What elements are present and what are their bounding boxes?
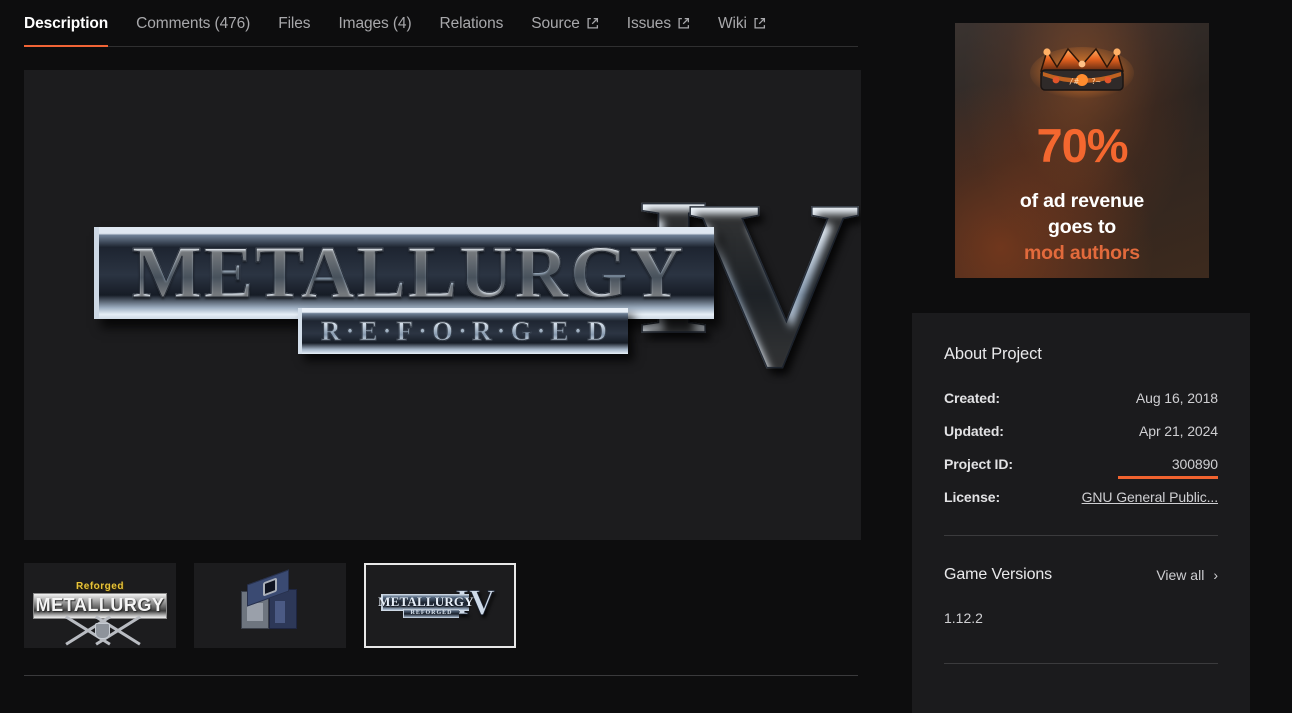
thumb3-subtitle: REFORGED [403,608,459,618]
tab-label: Source [531,15,580,32]
tab-wiki[interactable]: Wiki [718,15,766,46]
thumbnail-art: Reforged METALLURGY [26,565,174,646]
external-link-icon [677,17,690,30]
game-versions-view-all-button[interactable]: View all › [1156,567,1218,583]
ad-line-2: goes to [1048,216,1116,238]
tab-label: Wiki [717,15,747,32]
thumb1-title: METALLURGY [35,595,165,615]
license-link[interactable]: GNU General Public... [1082,489,1219,505]
game-versions-title: Game Versions [944,566,1053,583]
game-version-item[interactable]: 1.12.2 [944,610,1218,626]
tab-label: Relations [439,15,504,32]
ad-line-3: mod authors [1024,242,1140,264]
crown-icon: /# ?~ [1027,43,1137,105]
thumbnail-art: IV METALLURGY REFORGED [366,565,514,646]
tab-label: Images (4) [338,15,412,32]
project-page: Description Comments (476) Files Images … [0,0,1292,713]
tab-relations[interactable]: Relations [440,15,504,46]
thumbnail-item-3[interactable]: IV METALLURGY REFORGED [364,563,516,648]
thumbnail-item-2[interactable] [194,563,346,648]
svg-text:/#: /# [1069,77,1079,86]
about-project-title: About Project [944,345,1042,363]
about-divider [944,535,1218,536]
hero-artwork: I V METALLURGY R·E·F·O·R·G·E·D [48,162,861,435]
svg-text:?~: ?~ [1091,77,1101,86]
about-row-license: License: GNU General Public... [944,489,1218,505]
project-id-value[interactable]: 300890 [1172,456,1218,472]
thumbnail-strip: Reforged METALLURGY IV METALLURGY REFORG… [24,563,516,648]
external-link-icon [586,17,599,30]
hero-title-plate: METALLURGY [93,227,714,319]
about-value: Aug 16, 2018 [1135,390,1218,406]
ad-line-1: of ad revenue [1019,190,1145,212]
tab-files[interactable]: Files [278,15,310,46]
external-link-icon [753,17,766,30]
tab-label: Comments (476) [136,15,251,32]
content-divider [24,675,858,676]
game-versions-divider [944,663,1218,664]
tab-label: Files [278,15,311,32]
project-tabs: Description Comments (476) Files Images … [24,0,858,47]
tab-images[interactable]: Images (4) [338,15,411,46]
game-versions-header: Game Versions View all › [944,566,1218,584]
tab-description[interactable]: Description [24,15,109,47]
thumb1-sub: Reforged [76,580,124,592]
hero-image[interactable]: I V METALLURGY R·E·F·O·R·G·E·D [24,70,861,540]
hero-subtitle-text: R·E·F·O·R·G·E·D [302,308,632,354]
about-label: License: [944,489,1000,505]
about-label: Project ID: [944,456,1013,472]
ore-block-icon [239,568,301,635]
tab-issues[interactable]: Issues [627,15,690,46]
about-row-updated: Updated: Apr 21, 2024 [944,423,1218,439]
shield-icon [95,623,110,639]
hero-title-text: METALLURGY [99,227,719,319]
hero-subtitle-plate: R·E·F·O·R·G·E·D [297,308,628,354]
tab-label: Description [24,15,109,32]
tab-comments[interactable]: Comments (476) [136,15,250,46]
about-row-project-id[interactable]: Project ID: 300890 [944,456,1218,479]
about-project-card: About Project Created: Aug 16, 2018 Upda… [912,313,1250,713]
about-label: Created: [944,390,1000,406]
tab-label: Issues [626,15,671,32]
chevron-right-icon: › [1213,567,1218,583]
about-label: Updated: [944,423,1004,439]
thumbnail-art [196,565,344,646]
tab-source[interactable]: Source [531,15,599,46]
thumbnail-item-1[interactable]: Reforged METALLURGY [24,563,176,648]
ad-percent: 70% [1036,119,1128,172]
view-all-label: View all [1156,567,1205,583]
about-row-created: Created: Aug 16, 2018 [944,390,1218,406]
ad-revenue-banner[interactable]: /# ?~ 70% of ad revenue goes to mod auth… [955,23,1209,278]
crossed-swords-icon [26,615,174,646]
main-content-column: Description Comments (476) Files Images … [24,0,862,676]
about-value: Apr 21, 2024 [1139,423,1218,439]
project-id-highlight-underline [1118,476,1218,479]
